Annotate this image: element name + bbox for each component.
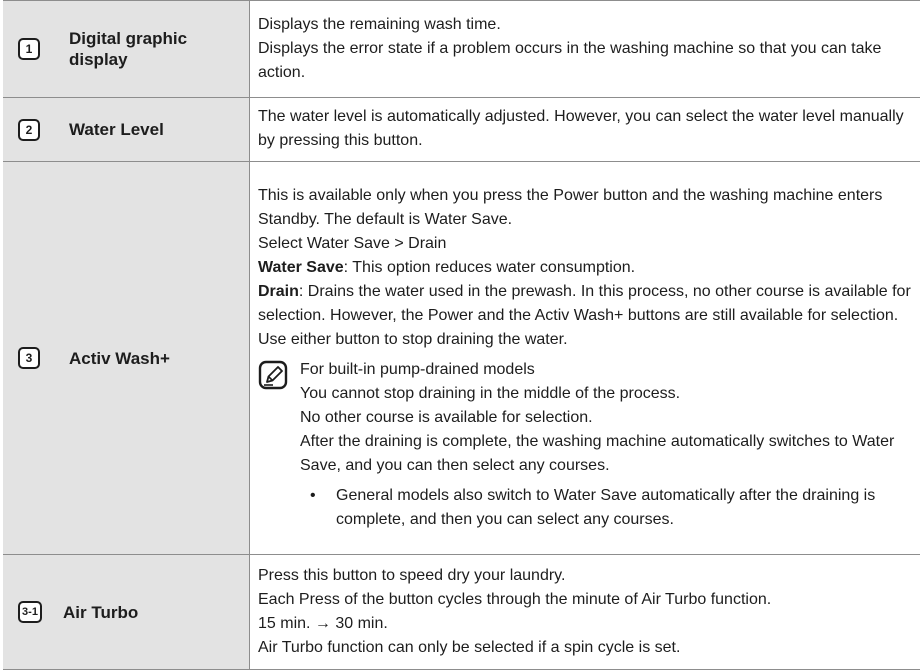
feature-description-cell: This is available only when you press th…	[249, 161, 920, 555]
bullet-dot-icon: •	[310, 486, 316, 504]
description-line: Displays the remaining wash time.	[258, 15, 501, 33]
feature-table: 1 Digital graphic display Displays the r…	[3, 0, 920, 670]
number-badge: 3	[18, 347, 40, 369]
table-row: 3-1 Air Turbo Press this button to speed…	[3, 554, 920, 670]
note-line: For built-in pump-drained models	[300, 360, 535, 378]
bullet-text: General models also switch to Water Save…	[336, 486, 876, 528]
description-line: Each Press of the button cycles through …	[258, 590, 772, 608]
note-line: You cannot stop draining in the middle o…	[300, 384, 681, 402]
description-line: Air Turbo function can only be selected …	[258, 638, 681, 656]
note-bullet-item: • General models also switch to Water Sa…	[300, 484, 912, 532]
number-badge: 2	[18, 118, 40, 141]
note-block: For built-in pump-drained models You can…	[258, 358, 912, 532]
number-badge: 1	[18, 38, 40, 60]
feature-description-cell: Displays the remaining wash time. Displa…	[249, 0, 920, 98]
note-pencil-icon	[258, 360, 288, 389]
term-water-save-text: : This option reduces water consumption.	[343, 258, 636, 276]
feature-name: Air Turbo	[63, 602, 139, 622]
table-row: 2 Water Level The water level is automat…	[3, 97, 920, 162]
description-line: Select Water Save > Drain	[258, 234, 447, 252]
feature-label-cell: 2 Water Level	[3, 97, 250, 162]
table-row: 3 Activ Wash+ This is available only whe…	[3, 161, 920, 555]
description-line: This is available only when you press th…	[258, 186, 883, 228]
drain-paragraph: Drain: Drains the water used in the prew…	[258, 280, 912, 352]
feature-description-cell: The water level is automatically adjuste…	[249, 97, 920, 162]
term-drain-text: : Drains the water used in the prewash. …	[258, 282, 911, 348]
feature-name: Digital graphic display	[69, 29, 188, 69]
description-line: Displays the error state if a problem oc…	[258, 39, 882, 81]
feature-label-cell: 1 Digital graphic display	[3, 0, 250, 98]
note-line: After the draining is complete, the wash…	[300, 432, 895, 474]
number-badge: 3-1	[18, 601, 42, 623]
term-water-save: Water Save	[258, 258, 344, 276]
description-line: The water level is automatically adjuste…	[258, 108, 904, 149]
feature-description-cell: Press this button to speed dry your laun…	[249, 554, 920, 670]
description-line: Press this button to speed dry your laun…	[258, 566, 566, 584]
description-line: 15 min. → 30 min.	[258, 614, 388, 632]
note-line: No other course is available for selecti…	[300, 408, 593, 426]
table-row: 1 Digital graphic display Displays the r…	[3, 0, 920, 98]
water-save-paragraph: Water Save: This option reduces water co…	[258, 256, 912, 280]
feature-label-cell: 3-1 Air Turbo	[3, 554, 250, 670]
feature-name: Water Level	[69, 120, 164, 139]
feature-name: Activ Wash+	[69, 348, 170, 368]
term-drain: Drain	[258, 282, 299, 300]
feature-label-cell: 3 Activ Wash+	[3, 161, 250, 555]
